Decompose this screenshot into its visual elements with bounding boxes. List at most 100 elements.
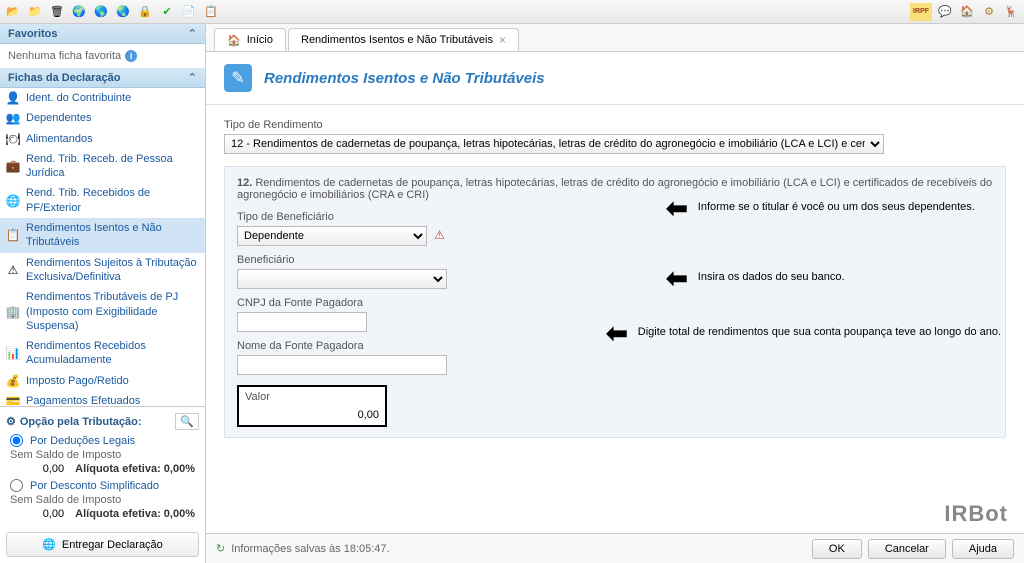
radio-desconto-input[interactable] [10,479,23,492]
tipo-rendimento-label: Tipo de Rendimento [224,119,1006,131]
sem-saldo-2: Sem Saldo de Imposto [6,494,199,506]
arrow-left-icon: ⬅ [606,320,628,346]
ficha-label: Rendimentos Isentos e Não Tributáveis [26,221,199,250]
ficha-label: Rend. Trib. Recebidos de PF/Exterior [26,186,199,215]
refresh-icon[interactable]: ↻ [216,542,225,555]
sidebar-item[interactable]: 🏢 Rendimentos Tributáveis de PJ (Imposto … [0,287,205,336]
favoritos-empty: Nenhuma ficha favorita i [0,44,205,68]
sidebar-item[interactable]: 🌐 Rend. Trib. Recebidos de PF/Exterior [0,183,205,218]
deducoes-label: Por Deduções Legais [30,435,135,447]
fichas-header[interactable]: Fichas da Declaração ⌃ [0,68,205,88]
lock-icon[interactable]: 🔒 [136,3,154,21]
tab-inicio-label: Início [247,34,273,46]
irpf-icon[interactable]: IRPF [910,3,932,21]
sidebar-item[interactable]: 💼Rend. Trib. Receb. de Pessoa Jurídica [0,149,205,184]
ficha-icon: 💳 [6,394,20,406]
sidebar-item[interactable]: 💰Imposto Pago/Retido [0,371,205,391]
sidebar-item[interactable]: 👥Dependentes [0,108,205,128]
tab-inicio[interactable]: 🏠 Início [214,28,286,51]
gear-icon[interactable]: ⚙ [980,3,998,21]
collapse-icon[interactable]: ⌃ [188,27,197,40]
sidebar-item[interactable]: 💳 Pagamentos Efetuados [0,391,205,406]
watermark: IRBot [944,501,1008,527]
tipo-rendimento-select[interactable]: 12 - Rendimentos de cadernetas de poupan… [224,134,884,154]
info-icon[interactable]: i [125,50,137,62]
folder-open-icon[interactable]: 📂 [4,3,22,21]
ajuda-button[interactable]: Ajuda [952,539,1014,559]
ficha-icon: 📋 [6,228,20,242]
ficha-icon: 🏢 [6,305,20,319]
nome-fonte-input[interactable] [237,355,447,375]
home-icon[interactable]: 🏠 [958,3,976,21]
page-icon: ✎ [224,64,252,92]
annotation-2-text: Informe se o titular é você ou um dos se… [698,201,998,214]
valor-value[interactable]: 0,00 [245,403,379,421]
tab-rendimentos-label: Rendimentos Isentos e Não Tributáveis [301,34,493,46]
cnpj-label: CNPJ da Fonte Pagadora [237,297,993,309]
ficha-label: Rendimentos Tributáveis de PJ (Imposto c… [26,290,199,333]
sidebar-item[interactable]: 🍽Alimentandos [0,129,205,149]
folder-closed-icon[interactable]: 📁 [26,3,44,21]
radio-desconto[interactable]: Por Desconto Simplificado [6,477,199,494]
entregar-button[interactable]: 🌐 Entregar Declaração [6,532,199,557]
clipboard-icon[interactable]: 📋 [202,3,220,21]
gear-icon: ⚙ [6,415,16,428]
globe-arrow-icon[interactable]: 🌍 [70,3,88,21]
ficha-icon: 👥 [6,111,20,125]
radio-deducoes-input[interactable] [10,434,23,447]
search-icon[interactable]: 🔍 [175,413,199,430]
sem-saldo-1: Sem Saldo de Imposto [6,449,199,461]
favoritos-header[interactable]: Favoritos ⌃ [0,24,205,44]
ficha-icon: ⚠ [6,263,20,277]
cnpj-input[interactable] [237,312,367,332]
ficha-label: Rendimentos Recebidos Acumuladamente [26,339,199,368]
arrow-left-icon: ⬅ [666,195,688,221]
deer-icon[interactable]: 🦌 [1002,3,1020,21]
sidebar-item[interactable]: 👤Ident. do Contribuinte [0,88,205,108]
valor-1: 0,00 [43,463,64,475]
ficha-icon: 👤 [6,91,20,105]
ficha-icon: 🌐 [6,194,20,208]
check-icon[interactable]: ✔ [158,3,176,21]
globe-x-icon[interactable]: 🌎 [92,3,110,21]
tabs: 🏠 Início Rendimentos Isentos e Não Tribu… [206,24,1024,52]
ok-button[interactable]: OK [812,539,862,559]
ficha-label: Alimentandos [26,132,199,146]
tab-rendimentos[interactable]: Rendimentos Isentos e Não Tributáveis × [288,28,519,51]
tipo-beneficiario-select[interactable]: Dependente [237,226,427,246]
desconto-label: Por Desconto Simplificado [30,480,159,492]
favoritos-empty-label: Nenhuma ficha favorita [8,50,121,62]
ficha-label: Pagamentos Efetuados [26,394,199,406]
entregar-label: Entregar Declaração [62,539,163,551]
annotation-3: ⬅ Insira os dados do seu banco. [666,265,858,291]
globe-icon[interactable]: 🌏 [114,3,132,21]
valor-2: 0,00 [43,508,64,520]
warning-icon: ⚠ [434,228,445,242]
valor-box: Valor 0,00 [237,385,387,427]
annotation-3-text: Insira os dados do seu banco. [698,271,858,284]
sidebar-item[interactable]: 📋 Rendimentos Isentos e Não Tributáveis [0,218,205,253]
sidebar-item[interactable]: ⚠ Rendimentos Sujeitos à Tributação Exclu… [0,253,205,288]
footer-status: Informações salvas às 18:05:47. [231,543,389,555]
globe-icon: 🌐 [42,538,56,551]
ficha-label: Imposto Pago/Retido [26,374,199,388]
ficha-label: Rendimentos Sujeitos à Tributação Exclus… [26,256,199,285]
home-icon: 🏠 [227,34,241,47]
chat-icon[interactable]: 💬 [936,3,954,21]
beneficiario-select[interactable] [237,269,447,289]
aliquota-1: Alíquota efetiva: 0,00% [75,463,195,475]
close-icon[interactable]: × [499,33,506,47]
document-icon[interactable]: 📄 [180,3,198,21]
cancelar-button[interactable]: Cancelar [868,539,946,559]
trash-icon[interactable]: 🗑 [48,3,66,21]
opcao-tributacao: ⚙ Opção pela Tributação: 🔍 Por Deduções … [0,406,205,526]
ficha-icon: 💼 [6,159,20,173]
opcao-title: Opção pela Tributação: [20,416,142,428]
sidebar: Favoritos ⌃ Nenhuma ficha favorita i Fic… [0,24,206,563]
fichas-title: Fichas da Declaração [8,72,121,84]
collapse-icon[interactable]: ⌃ [188,71,197,84]
radio-deducoes[interactable]: Por Deduções Legais [6,432,199,449]
page-title: Rendimentos Isentos e Não Tributáveis [264,70,545,87]
fichas-list: 👤Ident. do Contribuinte👥Dependentes🍽Alim… [0,88,205,406]
sidebar-item[interactable]: 📊Rendimentos Recebidos Acumuladamente [0,336,205,371]
